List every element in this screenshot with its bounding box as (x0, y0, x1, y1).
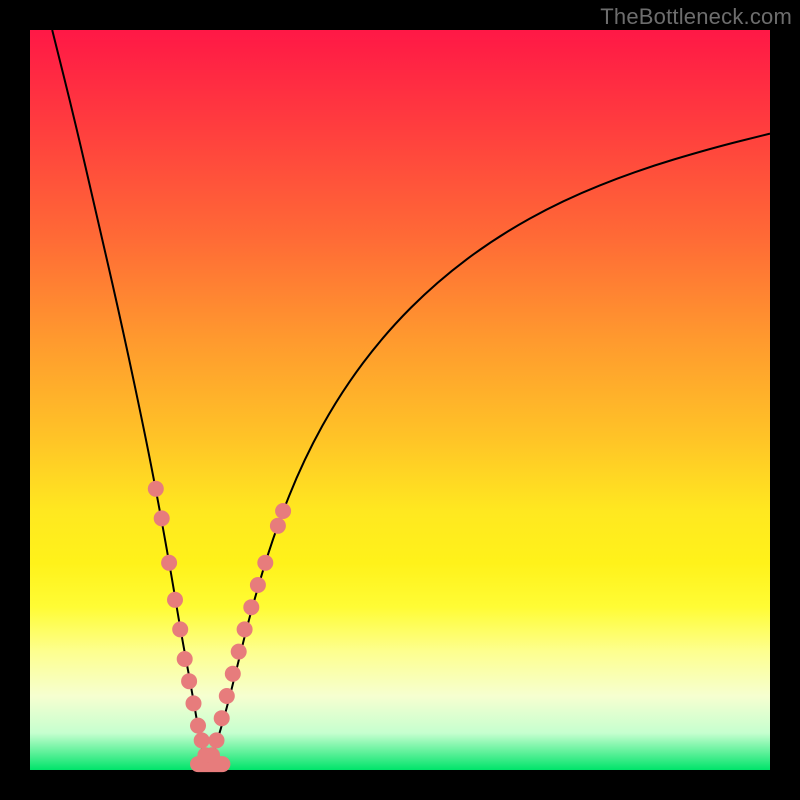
chart-frame: TheBottleneck.com (0, 0, 800, 800)
chart-overlay (30, 30, 770, 770)
data-marker (243, 599, 259, 615)
data-marker (181, 673, 197, 689)
data-marker (250, 577, 266, 593)
data-marker (231, 644, 247, 660)
data-marker (154, 510, 170, 526)
bottleneck-curve (52, 30, 770, 764)
data-marker (209, 732, 225, 748)
marker-group (148, 481, 291, 772)
data-marker (190, 718, 206, 734)
data-marker (237, 621, 253, 637)
data-marker (257, 555, 273, 571)
data-marker (275, 503, 291, 519)
data-marker (161, 555, 177, 571)
data-marker (167, 592, 183, 608)
data-marker (172, 621, 188, 637)
data-marker (270, 518, 286, 534)
data-marker (214, 710, 230, 726)
data-marker (225, 666, 241, 682)
data-marker (219, 688, 235, 704)
data-marker (204, 747, 220, 763)
data-marker (148, 481, 164, 497)
watermark-text: TheBottleneck.com (600, 4, 792, 30)
data-marker (194, 732, 210, 748)
data-marker (186, 695, 202, 711)
data-marker (177, 651, 193, 667)
